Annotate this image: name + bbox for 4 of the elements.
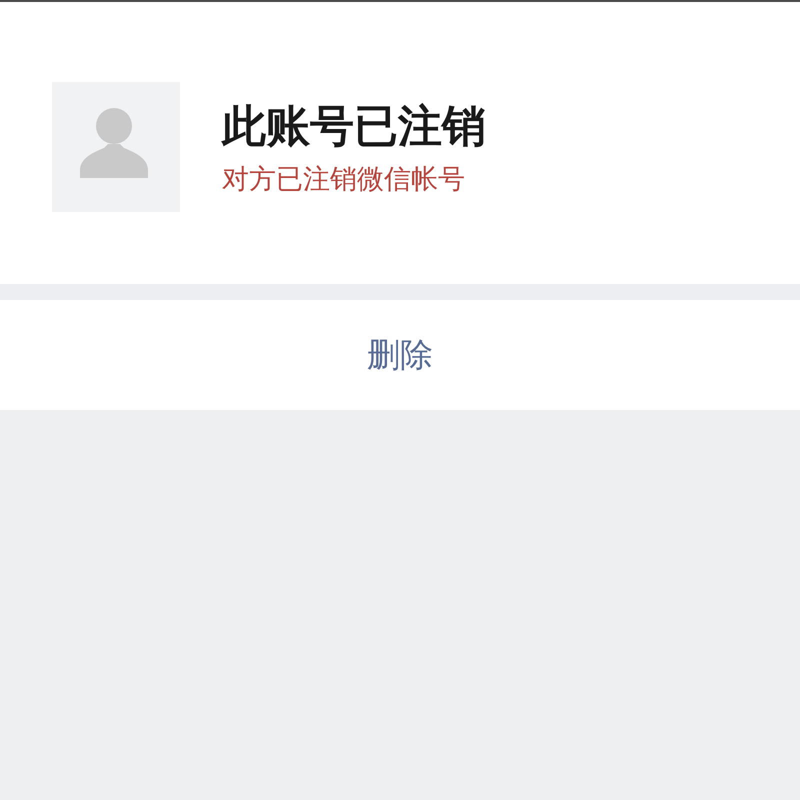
account-status: 对方已注销微信帐号	[222, 163, 465, 197]
account-name: 此账号已注销	[222, 103, 486, 151]
person-silhouette-icon	[52, 82, 180, 212]
delete-button[interactable]: 删除	[0, 300, 800, 410]
